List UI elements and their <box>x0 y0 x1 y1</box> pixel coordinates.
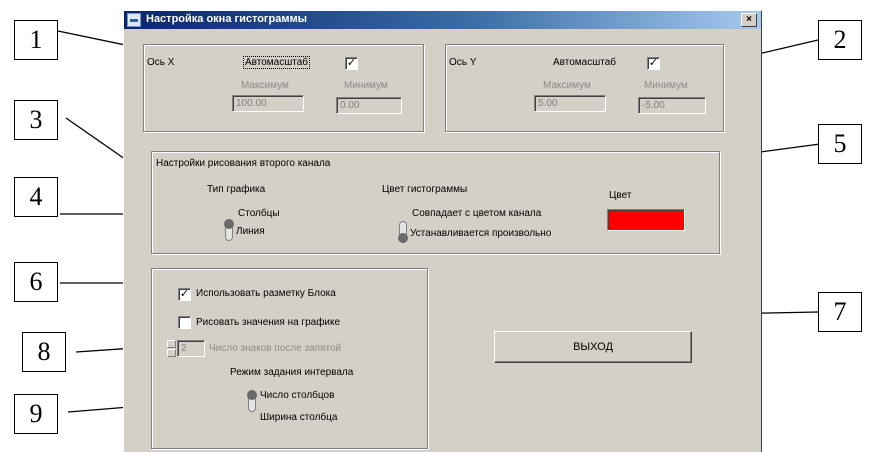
title-bar: Настройка окна гистограммы × <box>124 11 761 29</box>
interval-mode-label: Режим задания интервала <box>230 367 354 378</box>
callout-3: 3 <box>14 100 58 140</box>
decimals-field[interactable]: 2 <box>177 340 205 357</box>
graph-type-option-columns[interactable]: Столбцы <box>238 208 280 219</box>
spin-up-icon[interactable] <box>167 340 176 348</box>
axis-y-label: Ось Y <box>449 57 477 68</box>
color-label: Цвет <box>609 190 632 201</box>
graph-type-label: Тип графика <box>207 184 266 195</box>
callout-5: 5 <box>818 124 862 164</box>
axis-y-autoscale-label: Автомасштаб <box>553 57 617 68</box>
app-icon <box>127 13 141 27</box>
axis-x-max-field[interactable]: 100.00 <box>232 95 304 112</box>
axis-x-min-field[interactable]: 0.00 <box>336 97 402 114</box>
callout-8: 8 <box>22 332 66 372</box>
use-markup-checkbox[interactable]: ✓ <box>178 288 191 301</box>
dialog-window: Настройка окна гистограммы × Ось X Автом… <box>123 10 762 452</box>
axis-x-max-label: Максимум <box>241 80 289 91</box>
callout-1: 1 <box>14 20 58 60</box>
hist-color-option-channel[interactable]: Совпадает с цветом канала <box>412 208 541 219</box>
interval-mode-option-count[interactable]: Число столбцов <box>260 390 334 401</box>
graph-type-toggle[interactable] <box>224 219 234 241</box>
callout-6: 6 <box>14 262 58 302</box>
interval-mode-toggle[interactable] <box>247 390 257 412</box>
axis-x-autoscale-label: Автомасштаб <box>242 56 311 69</box>
draw-values-label: Рисовать значения на графике <box>196 317 341 328</box>
axis-y-max-label: Максимум <box>543 80 591 91</box>
axis-x-label: Ось X <box>147 57 175 68</box>
exit-button[interactable]: ВЫХОД <box>494 331 692 363</box>
axis-y-min-field[interactable]: -5.00 <box>638 97 706 114</box>
toggle-knob <box>398 233 408 243</box>
color-swatch[interactable] <box>607 209 685 231</box>
decimals-label: Число знаков после запятой <box>209 343 342 354</box>
callout-4: 4 <box>14 177 58 217</box>
axis-x-autoscale-checkbox[interactable]: ✓ <box>345 57 358 70</box>
channel2-title: Настройки рисования второго канала <box>156 158 331 169</box>
axis-y-max-field[interactable]: 5.00 <box>534 95 606 112</box>
spin-down-icon[interactable] <box>167 349 176 357</box>
axis-y-group: Ось Y Автомасштаб ✓ Максимум 5.00 Миниму… <box>445 44 724 132</box>
hist-color-toggle[interactable] <box>398 221 408 243</box>
toggle-knob <box>247 390 257 400</box>
draw-values-checkbox[interactable] <box>178 316 191 329</box>
axis-y-autoscale-checkbox[interactable]: ✓ <box>647 57 660 70</box>
block-settings-group: ✓ Использовать разметку Блока Рисовать з… <box>151 268 428 449</box>
window-title: Настройка окна гистограммы <box>146 13 307 25</box>
close-icon[interactable]: × <box>741 13 757 27</box>
axis-x-min-label: Минимум <box>344 80 388 91</box>
axis-x-group: Ось X Автомасштаб ✓ Максимум 100.00 Мини… <box>143 44 424 132</box>
callout-9: 9 <box>14 394 58 434</box>
axis-y-min-label: Минимум <box>644 80 688 91</box>
toggle-knob <box>224 219 234 229</box>
hist-color-option-custom[interactable]: Устанавливается произвольно <box>410 228 551 239</box>
callout-2: 2 <box>818 20 862 60</box>
graph-type-option-line[interactable]: Линия <box>236 226 265 237</box>
use-markup-label: Использовать разметку Блока <box>196 288 336 299</box>
hist-color-label: Цвет гистограммы <box>382 184 468 195</box>
callout-7: 7 <box>818 292 862 332</box>
decimals-spin-arrows[interactable] <box>167 340 176 357</box>
interval-mode-option-width[interactable]: Ширина столбца <box>260 412 337 423</box>
channel2-group: Настройки рисования второго канала Тип г… <box>151 151 720 254</box>
